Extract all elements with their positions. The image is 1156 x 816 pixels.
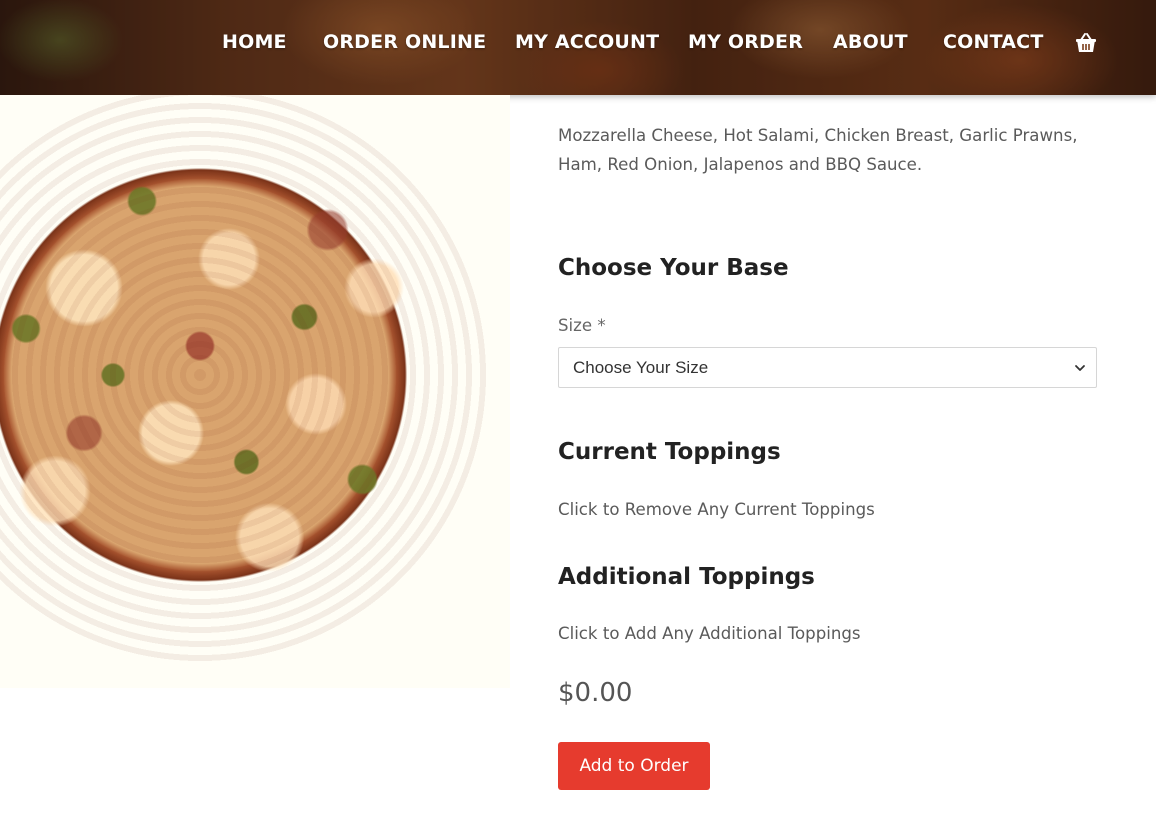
nav-my-account[interactable]: MY ACCOUNT xyxy=(515,31,659,53)
current-toppings-heading: Current Toppings xyxy=(558,439,781,465)
nav-contact[interactable]: CONTACT xyxy=(943,31,1044,53)
size-label: Size * xyxy=(558,316,606,335)
choose-base-heading: Choose Your Base xyxy=(558,255,789,281)
product-image xyxy=(0,95,510,688)
nav-about[interactable]: ABOUT xyxy=(833,31,908,53)
nav-my-order[interactable]: MY ORDER xyxy=(688,31,803,53)
additional-toppings-heading: Additional Toppings xyxy=(558,564,815,590)
chevron-down-icon xyxy=(1075,365,1085,371)
shopping-basket-icon[interactable] xyxy=(1074,31,1098,55)
site-header: HOME ORDER ONLINE MY ACCOUNT MY ORDER AB… xyxy=(0,0,1156,95)
size-select[interactable]: Choose Your Size xyxy=(558,347,1097,388)
additional-toppings-hint: Click to Add Any Additional Toppings xyxy=(558,624,861,643)
current-toppings-hint: Click to Remove Any Current Toppings xyxy=(558,500,875,519)
product-price: $0.00 xyxy=(558,678,633,708)
add-to-order-button[interactable]: Add to Order xyxy=(558,742,710,790)
nav-order-online[interactable]: ORDER ONLINE xyxy=(323,31,486,53)
nav-home[interactable]: HOME xyxy=(222,31,287,53)
pizza-photo xyxy=(0,95,490,665)
product-description: Mozzarella Cheese, Hot Salami, Chicken B… xyxy=(558,126,1078,174)
size-select-value: Choose Your Size xyxy=(573,358,709,377)
main-nav: HOME ORDER ONLINE MY ACCOUNT MY ORDER AB… xyxy=(0,0,1156,88)
